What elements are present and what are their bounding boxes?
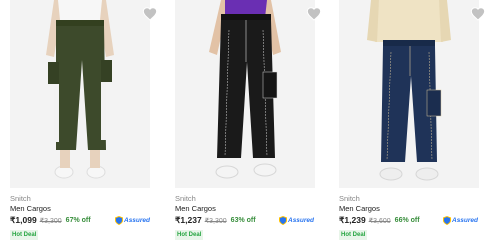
heart-icon[interactable] xyxy=(306,6,322,22)
product-mrp: ₹3,300 xyxy=(204,217,227,225)
product-card[interactable]: Snitch Men Cargos ₹1,237 ₹3,300 63% off … xyxy=(175,0,322,244)
price-row: ₹1,239 ₹3,600 66% off xyxy=(339,215,420,226)
product-image[interactable] xyxy=(10,0,150,188)
product-photo xyxy=(10,0,150,188)
product-discount: 66% off xyxy=(394,217,420,224)
assured-label: Assured xyxy=(452,217,479,224)
heart-icon[interactable] xyxy=(470,6,486,22)
heart-icon[interactable] xyxy=(142,6,158,22)
shield-icon xyxy=(443,216,451,225)
product-title[interactable]: Men Cargos xyxy=(339,204,380,213)
assured-badge: Assured xyxy=(443,216,478,225)
product-grid: Snitch Men Cargos ₹1,099 ₹3,300 67% off … xyxy=(0,0,500,244)
product-photo xyxy=(175,0,315,188)
product-image[interactable] xyxy=(175,0,315,188)
shield-icon xyxy=(279,216,287,225)
price-row: ₹1,237 ₹3,300 63% off xyxy=(175,215,256,226)
product-image[interactable] xyxy=(339,0,479,188)
product-price: ₹1,239 xyxy=(339,215,366,225)
assured-label: Assured xyxy=(288,217,315,224)
hot-deal-badge: Hot Deal xyxy=(175,230,204,240)
product-photo xyxy=(339,0,479,188)
product-brand: Snitch xyxy=(175,194,196,203)
product-discount: 63% off xyxy=(230,217,256,224)
assured-badge: Assured xyxy=(115,216,150,225)
product-brand: Snitch xyxy=(339,194,360,203)
product-price: ₹1,237 xyxy=(175,215,202,225)
product-title[interactable]: Men Cargos xyxy=(10,204,51,213)
product-discount: 67% off xyxy=(65,217,91,224)
product-mrp: ₹3,300 xyxy=(39,217,62,225)
assured-label: Assured xyxy=(124,217,151,224)
price-row: ₹1,099 ₹3,300 67% off xyxy=(10,215,91,226)
product-title[interactable]: Men Cargos xyxy=(175,204,216,213)
hot-deal-badge: Hot Deal xyxy=(339,230,368,240)
assured-badge: Assured xyxy=(279,216,314,225)
hot-deal-badge: Hot Deal xyxy=(10,230,39,240)
shield-icon xyxy=(115,216,123,225)
product-card[interactable]: Snitch Men Cargos ₹1,239 ₹3,600 66% off … xyxy=(339,0,486,244)
product-card[interactable]: Snitch Men Cargos ₹1,099 ₹3,300 67% off … xyxy=(10,0,158,244)
product-mrp: ₹3,600 xyxy=(368,217,391,225)
product-price: ₹1,099 xyxy=(10,215,37,225)
product-brand: Snitch xyxy=(10,194,31,203)
